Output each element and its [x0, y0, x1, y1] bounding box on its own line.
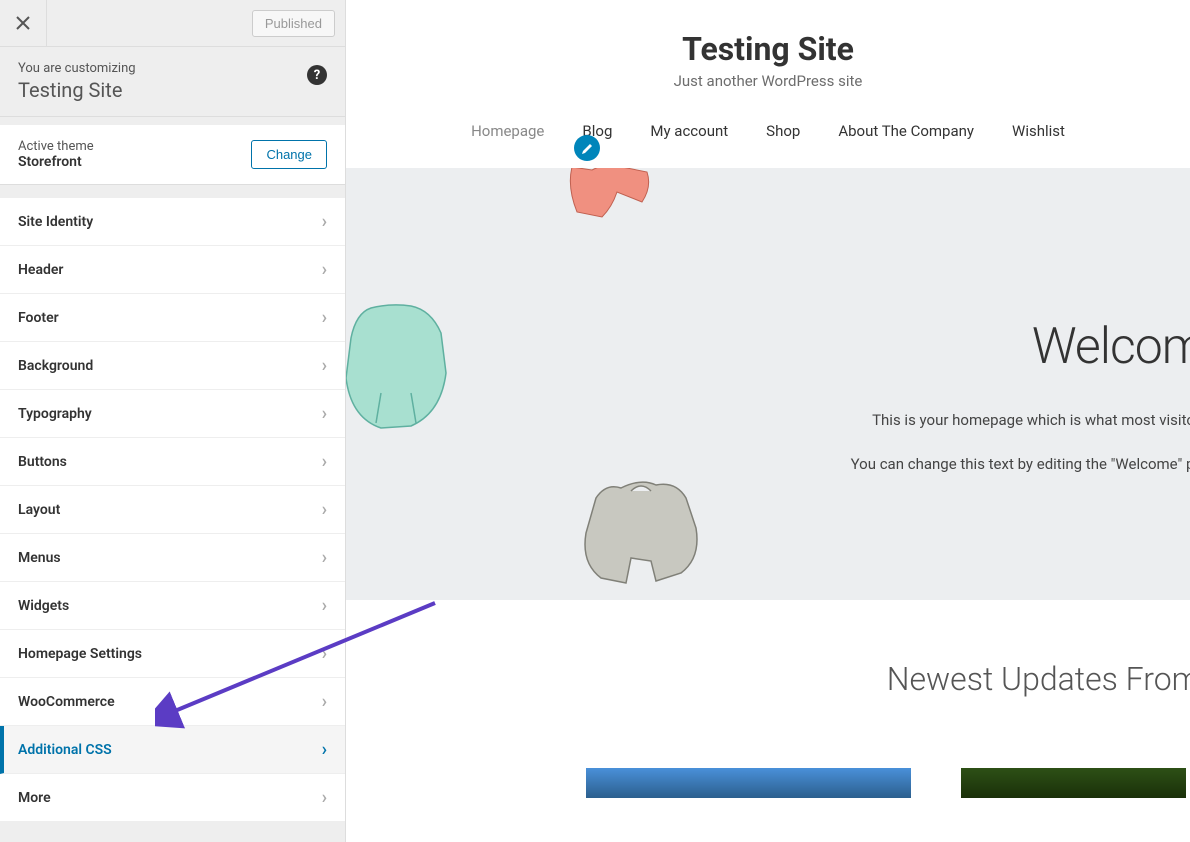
- close-icon: [16, 16, 30, 30]
- pencil-icon: [581, 142, 594, 155]
- jacket-illustration: [562, 168, 662, 222]
- customizer-sidebar: Published You are customizing Testing Si…: [0, 0, 346, 842]
- menu-item-homepage-settings[interactable]: Homepage Settings ›: [0, 630, 345, 678]
- menu-item-additional-css[interactable]: Additional CSS ›: [0, 726, 345, 774]
- help-icon[interactable]: ?: [307, 65, 327, 85]
- menu-item-label: Typography: [18, 406, 92, 422]
- menu-item-buttons[interactable]: Buttons ›: [0, 438, 345, 486]
- nav-link-my-account[interactable]: My account: [650, 122, 728, 140]
- chevron-right-icon: ›: [322, 787, 327, 808]
- menu-item-label: Widgets: [18, 598, 69, 614]
- chevron-right-icon: ›: [322, 739, 327, 760]
- hero-text: Welcome This is your homepage which is w…: [730, 318, 1190, 476]
- nav-link-about[interactable]: About The Company: [838, 122, 974, 140]
- hoodie-illustration: [571, 473, 711, 593]
- menu-item-header[interactable]: Header ›: [0, 246, 345, 294]
- change-theme-button[interactable]: Change: [251, 140, 327, 169]
- menu-item-label: WooCommerce: [18, 694, 115, 710]
- newest-updates-section: Newest Updates From: [346, 600, 1190, 798]
- customizer-topbar: Published: [0, 0, 345, 47]
- active-theme-name: Storefront: [18, 154, 94, 170]
- menu-item-layout[interactable]: Layout ›: [0, 486, 345, 534]
- chevron-right-icon: ›: [322, 403, 327, 424]
- edit-shortcut-button[interactable]: [574, 135, 600, 161]
- menu-item-label: Background: [18, 358, 93, 374]
- customizer-heading: You are customizing Testing Site ?: [0, 47, 345, 117]
- menu-item-background[interactable]: Background ›: [0, 342, 345, 390]
- site-nav: Homepage Blog My account Shop About The …: [346, 102, 1190, 168]
- site-preview: Testing Site Just another WordPress site…: [346, 0, 1190, 842]
- chevron-right-icon: ›: [322, 691, 327, 712]
- post-thumbnail[interactable]: [961, 768, 1186, 798]
- menu-item-widgets[interactable]: Widgets ›: [0, 582, 345, 630]
- menu-item-menus[interactable]: Menus ›: [0, 534, 345, 582]
- chevron-right-icon: ›: [322, 259, 327, 280]
- chevron-right-icon: ›: [322, 211, 327, 232]
- menu-item-label: More: [18, 790, 51, 806]
- chevron-right-icon: ›: [322, 595, 327, 616]
- chevron-right-icon: ›: [322, 307, 327, 328]
- menu-item-label: Site Identity: [18, 214, 93, 230]
- section-title: Newest Updates From: [346, 660, 1190, 698]
- onesie-illustration: [346, 298, 451, 438]
- menu-item-label: Homepage Settings: [18, 646, 142, 662]
- active-theme-block: Active theme Storefront Change: [0, 117, 345, 185]
- nav-link-homepage[interactable]: Homepage: [471, 122, 544, 140]
- chevron-right-icon: ›: [322, 451, 327, 472]
- hero-paragraph-2: You can change this text by editing the …: [730, 452, 1190, 476]
- post-thumbnail[interactable]: [586, 768, 911, 798]
- menu-item-label: Layout: [18, 502, 60, 518]
- site-title[interactable]: Testing Site: [346, 30, 1190, 68]
- menu-item-label: Additional CSS: [18, 742, 112, 758]
- site-tagline: Just another WordPress site: [346, 72, 1190, 90]
- heading-title-text: Testing Site: [18, 78, 325, 102]
- chevron-right-icon: ›: [322, 355, 327, 376]
- menu-item-label: Menus: [18, 550, 61, 566]
- chevron-right-icon: ›: [322, 643, 327, 664]
- heading-small-text: You are customizing: [18, 61, 325, 76]
- menu-item-site-identity[interactable]: Site Identity ›: [0, 197, 345, 246]
- active-theme-label: Active theme: [18, 139, 94, 154]
- menu-item-label: Buttons: [18, 454, 67, 470]
- chevron-right-icon: ›: [322, 499, 327, 520]
- chevron-right-icon: ›: [322, 547, 327, 568]
- menu-item-footer[interactable]: Footer ›: [0, 294, 345, 342]
- menu-item-typography[interactable]: Typography ›: [0, 390, 345, 438]
- close-button[interactable]: [0, 0, 47, 47]
- nav-link-shop[interactable]: Shop: [766, 122, 800, 140]
- post-thumbnails: [346, 698, 1190, 798]
- menu-item-label: Footer: [18, 310, 59, 326]
- site-header: Testing Site Just another WordPress site: [346, 0, 1190, 102]
- hero-paragraph-1: This is your homepage which is what most…: [730, 408, 1190, 432]
- customizer-menu: Site Identity › Header › Footer › Backgroun…: [0, 197, 345, 822]
- published-button[interactable]: Published: [252, 10, 335, 37]
- hero-title: Welcome: [730, 318, 1190, 376]
- hero-section: Welcome This is your homepage which is w…: [346, 168, 1190, 600]
- menu-item-label: Header: [18, 262, 63, 278]
- menu-item-woocommerce[interactable]: WooCommerce ›: [0, 678, 345, 726]
- menu-item-more[interactable]: More ›: [0, 774, 345, 822]
- nav-link-wishlist[interactable]: Wishlist: [1012, 122, 1065, 140]
